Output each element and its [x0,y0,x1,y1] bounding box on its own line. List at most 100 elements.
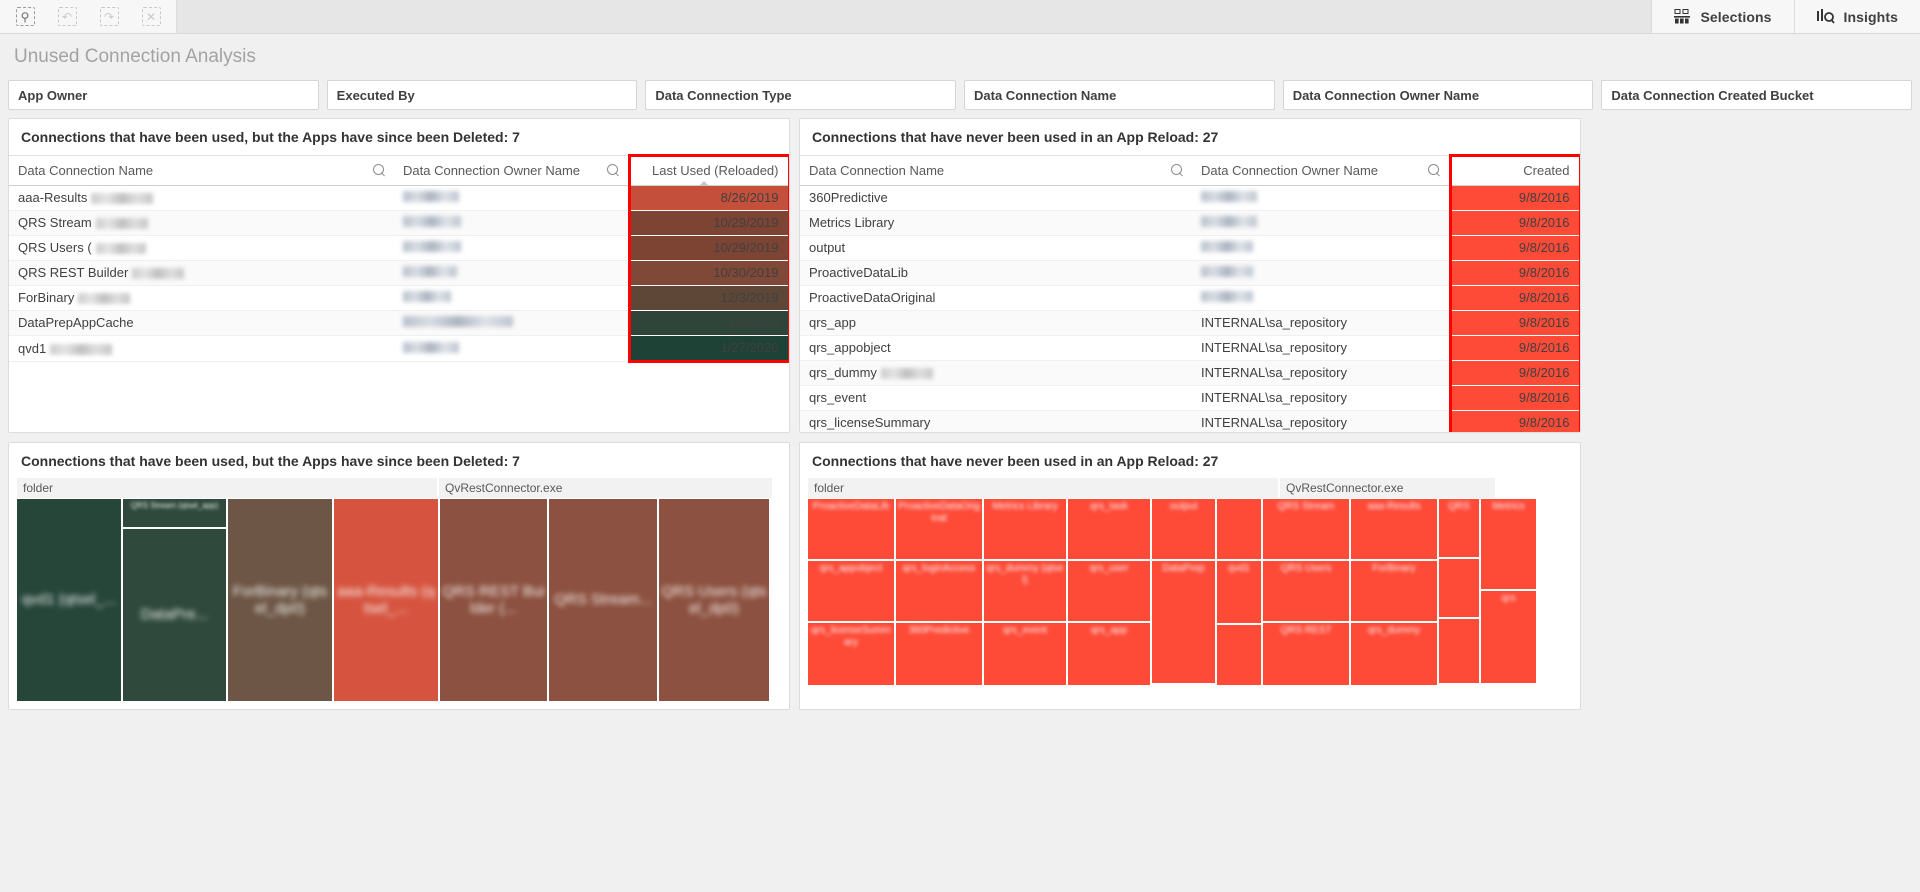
cell-created[interactable]: 9/8/2016 [1450,211,1580,236]
cell-created[interactable]: 9/8/2016 [1450,286,1580,311]
filter-pane-executed-by[interactable]: Executed By [327,80,638,110]
cell-data-connection-name[interactable]: qvd1 [9,336,394,362]
cell-data-connection-name[interactable]: output [800,236,1192,261]
cell-data-connection-name[interactable]: qrs_dummy [800,361,1192,386]
cell-data-connection-owner-name[interactable] [394,286,629,311]
cell-data-connection-owner-name[interactable] [1192,211,1450,236]
cell-created[interactable]: 9/8/2016 [1450,336,1580,361]
treemap-tile[interactable]: qrs_task [1068,499,1150,559]
cell-last-used[interactable]: 1/27/2020 [629,336,789,362]
treemap-tile[interactable]: DataPrep [1152,561,1215,683]
cell-data-connection-owner-name[interactable] [394,186,629,211]
table-row[interactable]: ProactiveDataLib 9/8/2016 [800,261,1580,286]
treemap-tile[interactable]: ProactiveDataLib [808,499,894,559]
treemap-tile[interactable]: qrs [1481,591,1536,683]
search-icon[interactable] [1171,164,1183,176]
column-header-data-connection-owner-name[interactable]: Data Connection Owner Name [1192,156,1450,186]
cell-last-used[interactable]: 1/9/2020 [629,311,789,336]
treemap-tile[interactable]: qrs_event [984,623,1066,685]
filter-pane-data-connection-owner-name[interactable]: Data Connection Owner Name [1283,80,1594,110]
treemap-tile[interactable]: qrs_appobject [808,561,894,621]
selection-search-button[interactable]: ⚲ [4,0,46,33]
cell-data-connection-owner-name[interactable] [1192,261,1450,286]
treemap-tile[interactable]: DataPre... [123,529,226,701]
insights-button[interactable]: Insights [1794,0,1920,33]
cell-data-connection-owner-name[interactable] [1192,286,1450,311]
cell-data-connection-owner-name[interactable]: INTERNAL\sa_repository [1192,336,1450,361]
column-header-data-connection-name[interactable]: Data Connection Name [9,156,394,186]
cell-last-used[interactable]: 10/29/2019 [629,211,789,236]
treemap-tile[interactable]: QRS REST Builder (... [440,499,547,701]
search-icon[interactable] [373,164,385,176]
treemap-tile[interactable]: qrs_user [1068,561,1150,621]
filter-pane-data-connection-name[interactable]: Data Connection Name [964,80,1275,110]
table-row[interactable]: ProactiveDataOriginal 9/8/2016 [800,286,1580,311]
cell-created[interactable]: 9/8/2016 [1450,186,1580,211]
treemap-tile[interactable] [1217,625,1261,685]
treemap-tile[interactable]: QRS Stream... [549,499,657,701]
treemap-tile[interactable]: Metrics [1481,499,1536,589]
treemap-tile[interactable]: aaa-Results [1351,499,1437,559]
table-row[interactable]: qrs_appINTERNAL\sa_repository9/8/2016 [800,311,1580,336]
search-icon[interactable] [1428,164,1440,176]
table-row[interactable]: DataPrepAppCache 1/9/2020 [9,311,789,336]
table-row[interactable]: qrs_dummyINTERNAL\sa_repository9/8/2016 [800,361,1580,386]
treemap-tile[interactable] [1439,559,1479,617]
table-row[interactable]: QRS Stream 10/29/2019 [9,211,789,236]
treemap-tile[interactable]: QRS Users (qtsel_dp0) [659,499,769,701]
cell-data-connection-owner-name[interactable] [394,336,629,362]
filter-pane-data-connection-type[interactable]: Data Connection Type [645,80,956,110]
cell-data-connection-name[interactable]: ForBinary [9,286,394,311]
cell-data-connection-owner-name[interactable] [394,261,629,286]
cell-data-connection-name[interactable]: QRS Stream [9,211,394,236]
clear-selections-button[interactable]: ✕ [130,0,172,33]
cell-data-connection-name[interactable]: qrs_event [800,386,1192,411]
cell-data-connection-name[interactable]: qrs_app [800,311,1192,336]
cell-data-connection-name[interactable]: 360Predictive [800,186,1192,211]
cell-data-connection-owner-name[interactable] [394,311,629,336]
selections-button[interactable]: Selections [1651,0,1793,33]
treemap-tile[interactable]: qrs_dummy (qtsel) [984,561,1066,621]
treemap-tile[interactable]: ForBinary (qtsel_dp0) [228,499,332,701]
cell-data-connection-name[interactable]: QRS Users ( [9,236,394,261]
treemap-tile[interactable]: qrs_dummy [1351,623,1437,685]
cell-data-connection-name[interactable]: qrs_licenseSummary [800,411,1192,434]
treemap-tile[interactable]: qrs_app [1068,623,1150,685]
table-row[interactable]: aaa-Results8/26/2019 [9,186,789,211]
cell-data-connection-owner-name[interactable] [394,236,629,261]
table-row[interactable]: qrs_licenseSummaryINTERNAL\sa_repository… [800,411,1580,434]
cell-data-connection-owner-name[interactable]: INTERNAL\sa_repository [1192,411,1450,434]
cell-created[interactable]: 9/8/2016 [1450,361,1580,386]
cell-data-connection-name[interactable]: Metrics Library [800,211,1192,236]
cell-data-connection-owner-name[interactable]: INTERNAL\sa_repository [1192,386,1450,411]
table-row[interactable]: Metrics Library 9/8/2016 [800,211,1580,236]
cell-created[interactable]: 9/8/2016 [1450,261,1580,286]
cell-last-used[interactable]: 10/30/2019 [629,261,789,286]
cell-data-connection-owner-name[interactable] [1192,236,1450,261]
column-header-data-connection-owner-name[interactable]: Data Connection Owner Name [394,156,629,186]
cell-last-used[interactable]: 10/29/2019 [629,236,789,261]
treemap-tile[interactable]: QRS Stream [1263,499,1349,559]
treemap-tile[interactable] [1217,499,1261,559]
cell-data-connection-owner-name[interactable]: INTERNAL\sa_repository [1192,361,1450,386]
cell-data-connection-name[interactable]: DataPrepAppCache [9,311,394,336]
treemap-tile[interactable]: QRS [1439,499,1479,557]
table-row[interactable]: output 9/8/2016 [800,236,1580,261]
cell-data-connection-owner-name[interactable]: INTERNAL\sa_repository [1192,311,1450,336]
treemap-tile[interactable]: aaa-Results (qtsel_... [334,499,438,701]
column-header-last-used[interactable]: Last Used (Reloaded) [629,156,789,186]
treemap-tile[interactable]: Metrics Library [984,499,1066,559]
table-row[interactable]: qrs_eventINTERNAL\sa_repository9/8/2016 [800,386,1580,411]
cell-created[interactable]: 9/8/2016 [1450,236,1580,261]
table-row[interactable]: qvd1 1/27/2020 [9,336,789,362]
filter-pane-data-connection-created-bucket[interactable]: Data Connection Created Bucket [1601,80,1912,110]
cell-data-connection-name[interactable]: qrs_appobject [800,336,1192,361]
cell-data-connection-name[interactable]: ProactiveDataOriginal [800,286,1192,311]
table-row[interactable]: ForBinary12/3/2019 [9,286,789,311]
cell-data-connection-name[interactable]: QRS REST Builder [9,261,394,286]
table-row[interactable]: QRS Users ( 10/29/2019 [9,236,789,261]
cell-data-connection-name[interactable]: ProactiveDataLib [800,261,1192,286]
table-row[interactable]: 360Predictive 9/8/2016 [800,186,1580,211]
treemap-tile[interactable] [1439,619,1479,683]
cell-data-connection-owner-name[interactable] [1192,186,1450,211]
